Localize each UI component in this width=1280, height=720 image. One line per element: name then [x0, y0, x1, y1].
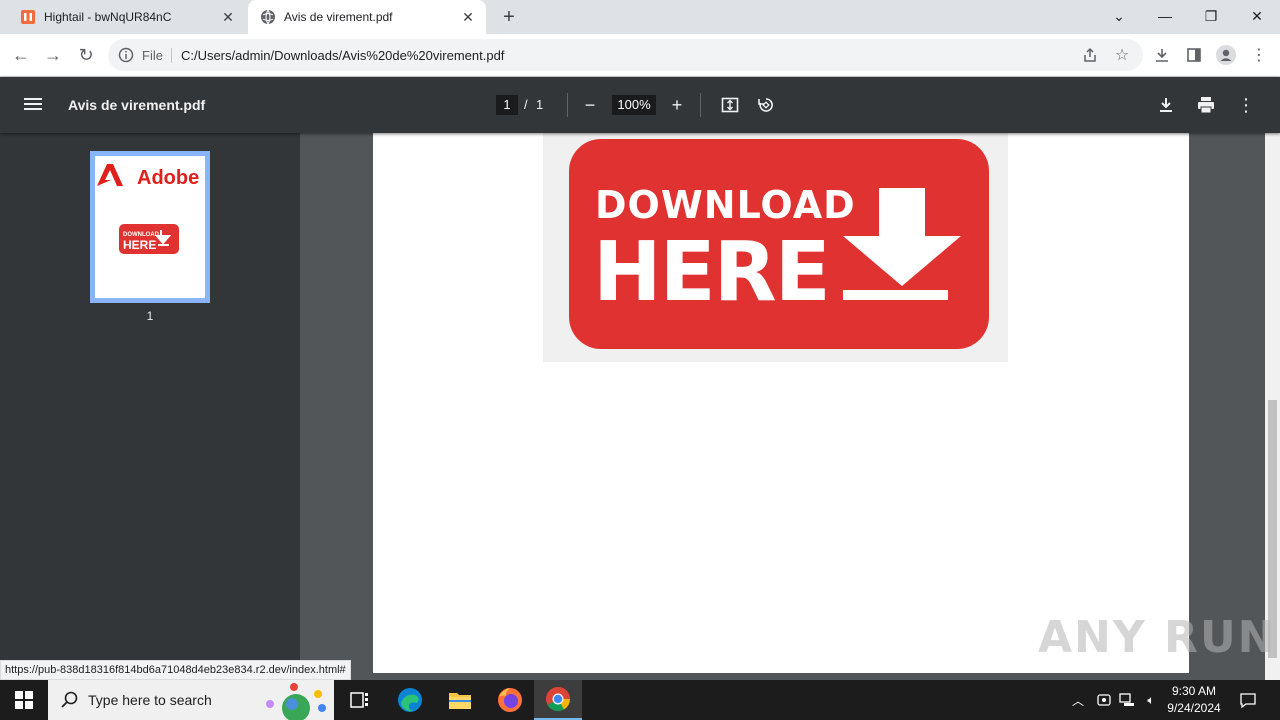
thumbnail-sidebar: Adobe DOWNLOAD HERE 1 — [0, 133, 300, 680]
network-icon[interactable] — [1116, 680, 1138, 720]
bookmark-star-icon[interactable]: ☆ — [1111, 44, 1133, 66]
info-icon[interactable] — [118, 47, 134, 63]
zoom-input[interactable]: 100% — [612, 95, 656, 115]
side-panel-icon[interactable] — [1183, 44, 1205, 66]
task-view-icon[interactable] — [336, 680, 384, 720]
forward-icon[interactable]: → — [40, 42, 66, 68]
vertical-scrollbar[interactable] — [1265, 133, 1280, 680]
file-explorer-icon[interactable] — [436, 680, 484, 720]
thumbnail-page-label: 1 — [146, 309, 154, 323]
watermark-logo: ANY RUN — [1038, 612, 1277, 663]
search-placeholder: Type here to search — [88, 692, 212, 708]
chrome-icon[interactable] — [534, 680, 582, 720]
meet-now-icon[interactable] — [1094, 680, 1114, 720]
firefox-icon[interactable] — [486, 680, 534, 720]
edge-icon[interactable] — [386, 680, 434, 720]
total-pages: 1 — [536, 97, 544, 112]
volume-icon[interactable]: 🔈︎ — [1140, 680, 1162, 720]
tab-strip: Hightail - bwNqUR84nC ✕ Avis de virement… — [0, 0, 1280, 34]
pdf-page: DOWNLOAD HERE — [373, 133, 1189, 673]
thumbnail-brand: Adobe — [137, 167, 199, 189]
taskbar-search-box[interactable]: Type here to search — [48, 680, 334, 720]
document-title: Avis de virement.pdf — [68, 97, 206, 113]
toolbar-divider — [567, 93, 568, 117]
tab-hightail[interactable]: Hightail - bwNqUR84nC ✕ — [8, 0, 246, 34]
tab-title: Hightail - bwNqUR84nC — [44, 10, 172, 24]
more-actions-icon[interactable]: ⋮ — [1234, 93, 1258, 117]
restore-icon[interactable]: ❐ — [1188, 0, 1234, 32]
address-bar[interactable]: File C:/Users/admin/Downloads/Avis%20de%… — [108, 39, 1143, 71]
thumbnail-line2: HERE — [123, 238, 156, 252]
clock-date: 9/24/2024 — [1167, 701, 1221, 715]
globe-icon — [261, 9, 275, 25]
back-icon[interactable]: ← — [8, 42, 34, 68]
tab-search-chevron-icon[interactable]: ⌄ — [1096, 0, 1142, 32]
hightail-favicon-icon — [21, 10, 35, 24]
thumbnail-preview: Adobe DOWNLOAD HERE — [97, 164, 199, 254]
search-icon — [61, 691, 78, 708]
zoom-out-icon[interactable]: − — [578, 93, 602, 117]
page-thumbnail[interactable]: Adobe DOWNLOAD HERE — [90, 151, 210, 303]
download-here-image[interactable]: DOWNLOAD HERE — [543, 133, 1008, 362]
zoom-in-icon[interactable]: + — [665, 93, 689, 117]
tab-avis-pdf[interactable]: Avis de virement.pdf ✕ — [248, 0, 486, 34]
page-number-input[interactable]: 1 — [496, 95, 518, 115]
minimize-icon[interactable]: — — [1142, 0, 1188, 32]
toolbar-divider — [700, 93, 701, 117]
download-here-banner[interactable]: DOWNLOAD HERE — [569, 139, 989, 349]
tab-close-icon[interactable]: ✕ — [218, 7, 238, 27]
show-hidden-icons-icon[interactable]: ︿ — [1068, 680, 1088, 720]
share-icon[interactable] — [1079, 44, 1101, 66]
system-clock[interactable]: 9:30 AM 9/24/2024 — [1160, 683, 1228, 717]
profile-avatar-icon[interactable] — [1215, 44, 1237, 66]
pdf-toolbar: Avis de virement.pdf 1 / 1 − 100% + ⋮ — [0, 77, 1280, 133]
fit-to-page-icon[interactable] — [718, 93, 742, 117]
search-highlight-icon — [266, 683, 326, 720]
scheme-label: File — [142, 47, 172, 63]
reload-icon[interactable]: ↻ — [73, 42, 99, 68]
new-tab-icon[interactable]: + — [498, 6, 520, 28]
banner-line2: HERE — [593, 225, 831, 320]
rotate-icon[interactable] — [754, 93, 778, 117]
print-icon[interactable] — [1194, 93, 1218, 117]
page-separator: / — [524, 97, 528, 112]
pdf-viewer[interactable]: DOWNLOAD HERE — [300, 133, 1265, 680]
clock-time: 9:30 AM — [1171, 684, 1217, 698]
sidebar-menu-icon[interactable] — [24, 95, 42, 113]
status-bar-url: https://pub-838d18316f814bd6a71048d4eb23… — [0, 660, 351, 680]
close-window-icon[interactable]: ✕ — [1234, 0, 1280, 32]
url-text: C:/Users/admin/Downloads/Avis%20de%20vir… — [180, 47, 505, 63]
tab-close-icon[interactable]: ✕ — [458, 7, 478, 27]
download-arrow-icon — [843, 188, 961, 300]
browser-menu-icon[interactable]: ⋮ — [1248, 44, 1270, 66]
download-icon[interactable] — [1154, 93, 1178, 117]
tab-title: Avis de virement.pdf — [284, 10, 393, 24]
windows-taskbar: Type here to search ︿ 🔈︎ 9:30 AM 9/24/20… — [0, 680, 1280, 720]
notifications-icon[interactable] — [1234, 680, 1262, 720]
banner-line1: DOWNLOAD — [595, 183, 856, 227]
windows-start-icon[interactable] — [0, 680, 48, 720]
browser-toolbar: ← → ↻ File C:/Users/admin/Downloads/Avis… — [0, 34, 1280, 77]
downloads-icon[interactable] — [1151, 44, 1173, 66]
